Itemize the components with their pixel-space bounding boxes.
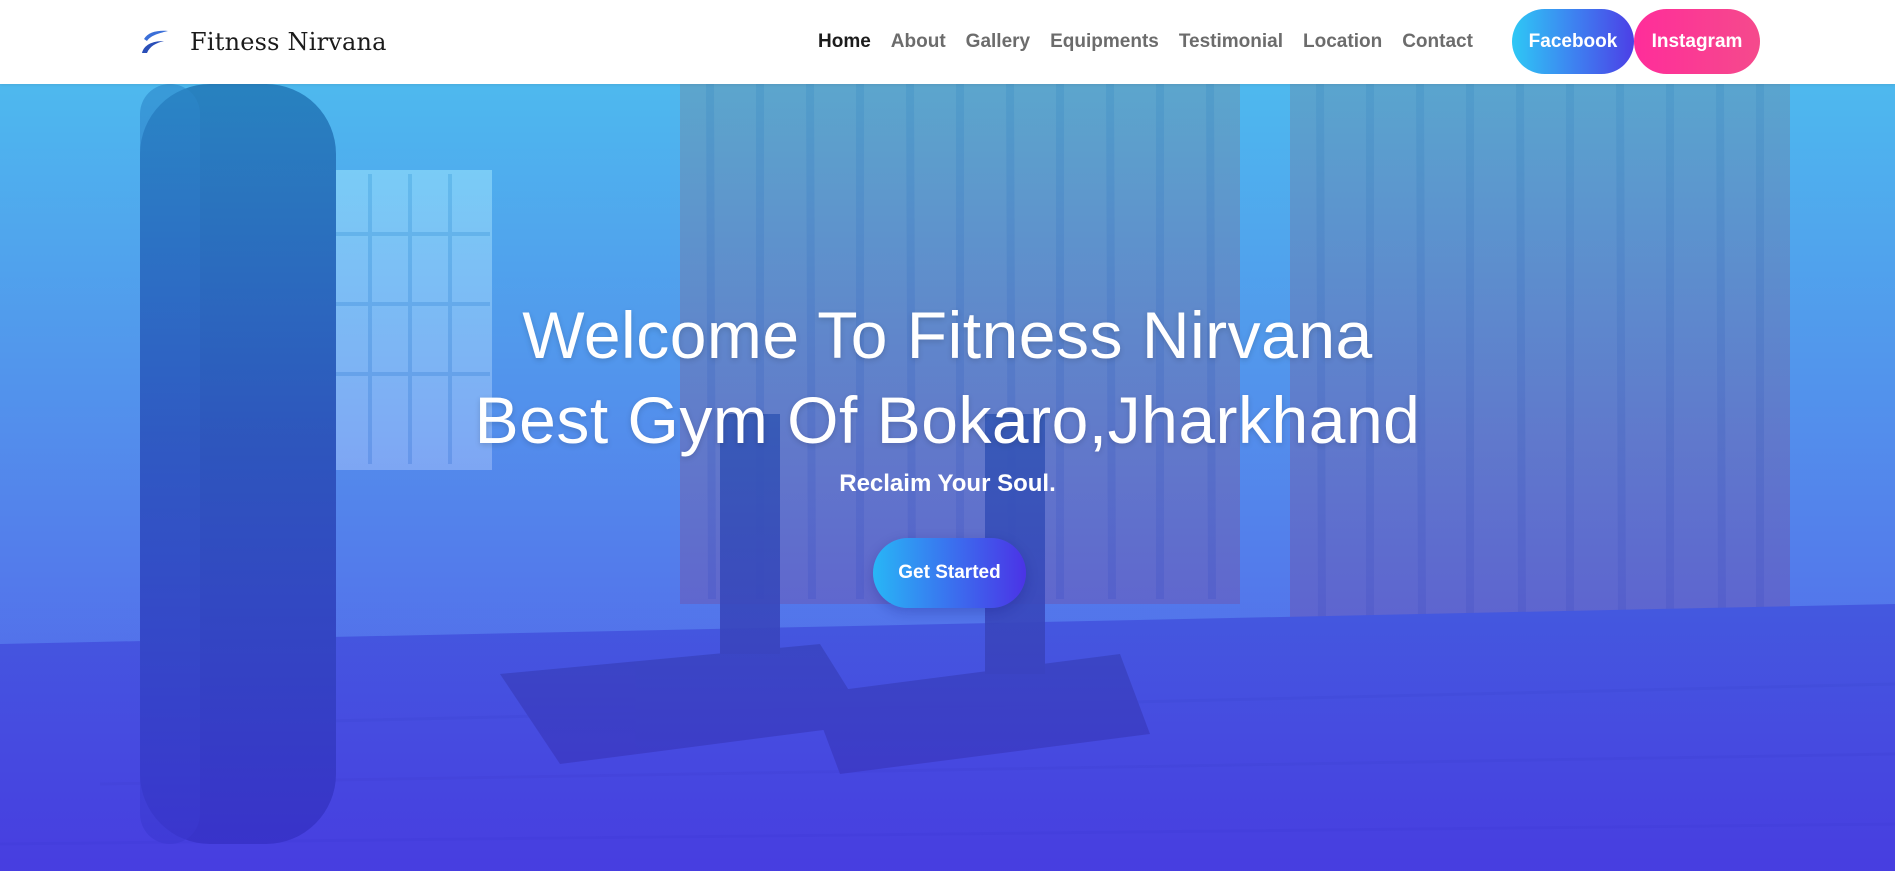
hero-subtitle: Reclaim Your Soul.	[839, 470, 1056, 497]
get-started-button[interactable]: Get Started	[873, 538, 1026, 608]
site-header: Fitness Nirvana Home About Gallery Equip…	[0, 0, 1895, 84]
brand[interactable]: Fitness Nirvana	[140, 0, 387, 84]
hero-title-line-2: Best Gym Of Bokaro,Jharkhand	[474, 383, 1421, 457]
brand-name: Fitness Nirvana	[190, 28, 387, 56]
hero-section: Welcome To Fitness Nirvana Best Gym Of B…	[0, 84, 1895, 871]
nav-gallery[interactable]: Gallery	[966, 31, 1030, 53]
hero-title-line-1: Welcome To Fitness Nirvana	[522, 298, 1373, 372]
nav-equipments[interactable]: Equipments	[1050, 31, 1159, 53]
facebook-button[interactable]: Facebook	[1512, 9, 1634, 74]
social-buttons: Facebook Instagram	[1512, 9, 1760, 74]
main-nav: Home About Gallery Equipments Testimonia…	[818, 0, 1493, 84]
nav-location[interactable]: Location	[1303, 31, 1382, 53]
nav-contact[interactable]: Contact	[1402, 31, 1473, 53]
instagram-button[interactable]: Instagram	[1634, 9, 1760, 74]
swoosh-logo-icon	[142, 30, 168, 53]
nav-home[interactable]: Home	[818, 31, 871, 53]
nav-about[interactable]: About	[891, 31, 946, 53]
nav-testimonial[interactable]: Testimonial	[1179, 31, 1283, 53]
